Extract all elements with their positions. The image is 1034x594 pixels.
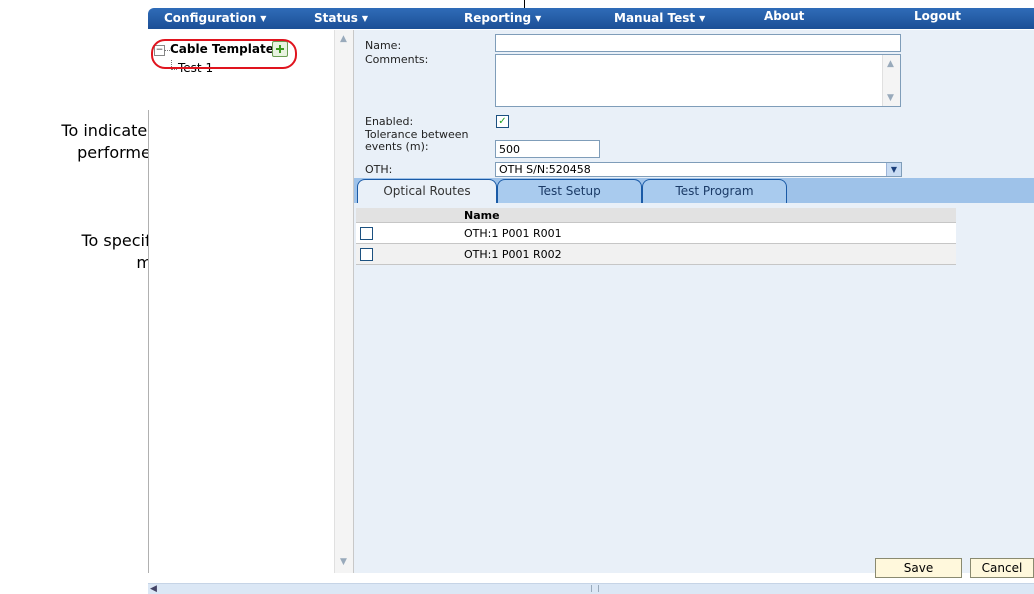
caret-down-icon: ▼ [535,14,542,23]
tolerance-input[interactable] [495,140,600,158]
route-checkbox[interactable] [360,247,373,261]
horizontal-scrollbar[interactable]: ◀ [148,583,1034,594]
tab-strip: Optical Routes Test Setup Test Program [354,178,1034,203]
menu-about[interactable]: About [764,9,804,23]
optical-routes-table: Name OTH:1 P001 R001 OTH:1 P001 R002 [356,208,956,265]
menu-label: Logout [914,9,962,23]
save-button[interactable]: Save [875,558,962,578]
tree-connector [171,69,177,70]
scroll-up-icon[interactable]: ▲ [336,32,351,47]
application-window: Configuration ▼ Status ▼ Reporting ▼ Manual… [148,8,1034,594]
menu-status[interactable]: Status ▼ [314,11,368,25]
cancel-button[interactable]: Cancel [970,558,1034,578]
enabled-checkbox[interactable]: ✓ [496,115,509,128]
menu-manual-test[interactable]: Manual Test ▼ [614,11,705,25]
row-select-cell [356,243,460,265]
scroll-down-icon[interactable]: ▼ [883,91,898,106]
comments-textarea[interactable]: ▲ ▼ [495,54,901,107]
route-name-cell: OTH:1 P001 R002 [460,243,956,265]
template-tree-panel: − Cable Templates Test 1 ▲ ▼ [148,30,354,573]
table-header-row: Name [356,208,956,223]
oth-selected-value: OTH S/N:520458 [499,163,591,176]
tolerance-label: Tolerance between events (m): [365,129,469,153]
panel-border [148,110,149,573]
oth-select[interactable]: OTH S/N:520458 ▼ [495,162,902,177]
scroll-grip-icon[interactable] [591,585,599,592]
menu-label: Status [314,11,358,25]
chevron-down-icon[interactable]: ▼ [886,163,901,176]
menu-reporting[interactable]: Reporting ▼ [464,11,541,25]
menu-label: Reporting [464,11,532,25]
table-row[interactable]: OTH:1 P001 R001 [356,222,956,244]
name-label: Name: [365,39,402,52]
caret-down-icon: ▼ [361,14,369,23]
name-input[interactable] [495,34,901,52]
route-name-cell: OTH:1 P001 R001 [460,222,956,244]
caret-down-icon: ▼ [260,14,267,23]
oth-label: OTH: [365,163,393,176]
name-column-header: Name [460,208,956,223]
enabled-label: Enabled: [365,115,414,128]
tree-scrollbar[interactable]: ▲ ▼ [334,30,353,573]
menu-label: Configuration [164,11,257,25]
tab-optical-routes[interactable]: Optical Routes [357,179,497,203]
menu-label: Manual Test [614,11,696,25]
table-row[interactable]: OTH:1 P001 R002 [356,243,956,265]
select-column-header [356,208,460,223]
menu-configuration[interactable]: Configuration ▼ [164,11,266,25]
tolerance-label-line: events (m): [365,140,429,153]
tab-test-setup[interactable]: Test Setup [497,179,642,203]
route-checkbox[interactable] [360,226,373,240]
tab-test-program[interactable]: Test Program [642,179,787,203]
row-select-cell [356,222,460,244]
comments-scrollbar[interactable]: ▲ ▼ [882,55,900,106]
menu-bar: Configuration ▼ Status ▼ Reporting ▼ Manual… [148,8,1034,29]
highlight-annotation [151,39,297,69]
scroll-up-icon[interactable]: ▲ [883,57,898,72]
comments-label: Comments: [365,53,429,66]
scroll-down-icon[interactable]: ▼ [336,555,351,570]
caret-down-icon: ▼ [699,14,706,23]
template-form: Name: Comments: ▲ ▼ Enabled: ✓ Tolerance… [354,30,1034,573]
menu-label: About [764,9,805,23]
menu-logout[interactable]: Logout [914,9,961,23]
